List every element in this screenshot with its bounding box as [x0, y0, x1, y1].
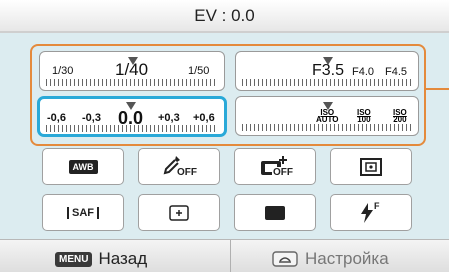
awb-icon: AWB — [68, 159, 98, 174]
shutter-value-left: 1/30 — [52, 65, 74, 77]
menu-key-icon: MENU — [55, 251, 93, 267]
frame-size-icon — [265, 205, 285, 220]
settings-label: Настройка — [305, 249, 389, 268]
aperture-value-center: F3.5 — [312, 62, 345, 79]
iso-ticks — [242, 124, 412, 131]
dropper-icon: OFF — [160, 154, 198, 180]
af-mode-button[interactable]: SAF — [42, 194, 124, 231]
aperture-value-mid: F4.0 — [352, 66, 375, 78]
white-balance-button[interactable]: AWB — [42, 148, 124, 185]
ev-dial[interactable]: -0,6 -0,3 0.0 +0,3 +0,6 — [37, 96, 227, 137]
ev-ticks — [46, 125, 218, 132]
aperture-value-right: F4.5 — [385, 66, 408, 78]
ev-value-m03: -0,3 — [82, 112, 101, 124]
settings-button[interactable]: Настройка — [272, 249, 389, 269]
back-label: Назад — [98, 249, 148, 268]
bottom-bar: MENU Назад Настройка — [0, 239, 449, 272]
iso-option-auto: ISO AUTO — [316, 108, 339, 124]
photo-effect-button[interactable]: OFF — [138, 148, 220, 185]
af-area-icon — [169, 204, 189, 221]
shutter-speed-dial[interactable]: 1/30 1/40 1/50 — [39, 51, 225, 91]
metering-icon — [360, 157, 382, 176]
flash-mode-button[interactable]: OFF — [234, 148, 316, 185]
flash-button[interactable]: F — [330, 194, 412, 231]
metering-button[interactable] — [330, 148, 412, 185]
callout-line — [426, 88, 449, 90]
camera-screen: EV : 0.0 1/30 1/40 1/50 F3.5 F4.0 F4.5 -… — [0, 0, 449, 272]
aperture-ticks — [242, 79, 412, 86]
shutter-ticks — [46, 79, 218, 86]
back-button[interactable]: MENU Назад — [55, 249, 147, 269]
shutter-value-right: 1/50 — [188, 65, 210, 77]
aperture-dial[interactable]: F3.5 F4.0 F4.5 — [235, 51, 419, 91]
aspect-ratio-button[interactable] — [234, 194, 316, 231]
flash-icon: F — [359, 201, 383, 224]
ev-header: EV : 0.0 — [0, 0, 449, 33]
shutter-value-center: 1/40 — [115, 60, 149, 79]
ev-value-p06: +0,6 — [193, 112, 215, 124]
iso-option-200: ISO 200 — [393, 108, 407, 124]
flash-off-icon: OFF — [258, 153, 294, 181]
shutter-button-icon — [272, 251, 298, 267]
saf-icon: SAF — [67, 206, 99, 219]
ev-header-title: EV : 0.0 — [194, 5, 255, 25]
iso-option-100: ISO 100 — [357, 108, 371, 124]
iso-dial[interactable]: ISO AUTO ISO 100 ISO 200 — [235, 96, 419, 136]
bottom-divider — [230, 240, 231, 272]
ev-value-m06: -0,6 — [47, 112, 66, 124]
af-area-button[interactable] — [138, 194, 220, 231]
ev-value-p03: +0,3 — [158, 112, 180, 124]
